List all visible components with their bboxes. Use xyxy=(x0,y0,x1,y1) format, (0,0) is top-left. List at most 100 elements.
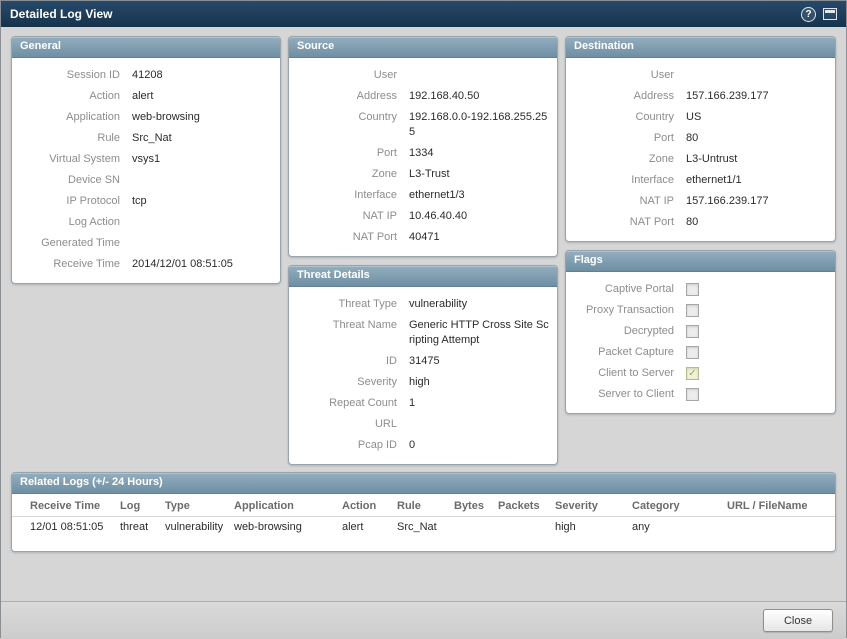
popout-window-icon[interactable] xyxy=(823,8,837,20)
field-row: NAT Port 80 xyxy=(574,212,827,233)
field-label: User xyxy=(574,68,686,83)
flag-row: Client to Server ✓ xyxy=(574,363,827,384)
field-value: 192.168.0.0-192.168.255.255 xyxy=(409,110,549,140)
field-row: ID 31475 xyxy=(297,351,549,372)
destination-panel: Destination User Address 157.166.239.177… xyxy=(565,36,836,242)
field-value: vulnerability xyxy=(409,297,549,312)
related-log-row[interactable]: 12/01 08:51:05 threat vulnerability web-… xyxy=(12,517,835,537)
column-right: Destination User Address 157.166.239.177… xyxy=(565,36,836,414)
field-value: 80 xyxy=(686,131,827,146)
panel-columns: General Session ID 41208 Action alert Ap… xyxy=(11,36,836,465)
cell-category: any xyxy=(624,517,719,537)
destination-panel-header: Destination xyxy=(566,37,835,58)
column-header-action: Action xyxy=(334,496,389,516)
detailed-log-view-dialog: Detailed Log View ? General Session ID 4… xyxy=(0,0,847,638)
general-fields: Session ID 41208 Action alert Applicatio… xyxy=(12,58,280,283)
threat-details-panel-header: Threat Details xyxy=(289,266,557,287)
field-row: Country 192.168.0.0-192.168.255.255 xyxy=(297,107,549,143)
flag-row: Proxy Transaction ✓ xyxy=(574,300,827,321)
flag-checkbox[interactable]: ✓ xyxy=(686,367,699,380)
flag-label: Decrypted xyxy=(574,324,686,339)
field-label: Zone xyxy=(574,152,686,167)
cell-type: vulnerability xyxy=(157,517,226,537)
field-value: ethernet1/3 xyxy=(409,188,549,203)
field-row: Application web-browsing xyxy=(20,107,272,128)
field-value: 41208 xyxy=(132,68,272,83)
field-label: Pcap ID xyxy=(297,438,409,453)
threat-details-fields: Threat Type vulnerability Threat Name Ge… xyxy=(289,287,557,464)
help-icon[interactable]: ? xyxy=(801,7,816,22)
field-label: Country xyxy=(574,110,686,125)
field-value: 2014/12/01 08:51:05 xyxy=(132,257,272,272)
titlebar: Detailed Log View ? xyxy=(1,1,846,27)
field-label: URL xyxy=(297,417,409,432)
cell-bytes xyxy=(446,523,490,531)
general-panel: General Session ID 41208 Action alert Ap… xyxy=(11,36,281,284)
field-label: Receive Time xyxy=(20,257,132,272)
field-value: Src_Nat xyxy=(132,131,272,146)
field-value: 1 xyxy=(409,396,549,411)
flag-label: Captive Portal xyxy=(574,282,686,297)
field-label: ID xyxy=(297,354,409,369)
field-label: NAT Port xyxy=(574,215,686,230)
column-header-receive-time: Receive Time xyxy=(12,496,112,516)
field-label: Action xyxy=(20,89,132,104)
column-left: General Session ID 41208 Action alert Ap… xyxy=(11,36,281,284)
column-middle: Source User Address 192.168.40.50 Countr… xyxy=(288,36,558,465)
field-row: User xyxy=(574,65,827,86)
column-header-severity: Severity xyxy=(547,496,624,516)
field-value: 157.166.239.177 xyxy=(686,194,827,209)
flag-row: Decrypted ✓ xyxy=(574,321,827,342)
field-value: 192.168.40.50 xyxy=(409,89,549,104)
cell-packets xyxy=(490,523,547,531)
flag-checkbox[interactable]: ✓ xyxy=(686,388,699,401)
field-row: Interface ethernet1/3 xyxy=(297,185,549,206)
field-label: Zone xyxy=(297,167,409,182)
field-row: Zone L3-Untrust xyxy=(574,149,827,170)
field-row: Port 1334 xyxy=(297,143,549,164)
field-row: NAT Port 40471 xyxy=(297,227,549,248)
source-panel: Source User Address 192.168.40.50 Countr… xyxy=(288,36,558,257)
cell-application: web-browsing xyxy=(226,517,334,537)
flag-row: Packet Capture ✓ xyxy=(574,342,827,363)
field-value: 157.166.239.177 xyxy=(686,89,827,104)
cell-url-filename xyxy=(719,523,835,531)
field-row: Address 192.168.40.50 xyxy=(297,86,549,107)
flag-checkbox[interactable]: ✓ xyxy=(686,283,699,296)
close-button[interactable]: Close xyxy=(763,609,833,632)
related-logs-header-row: Receive Time Log Type Application Action… xyxy=(12,496,835,517)
column-header-bytes: Bytes xyxy=(446,496,490,516)
field-value: tcp xyxy=(132,194,272,209)
field-label: Device SN xyxy=(20,173,132,188)
field-row: Virtual System vsys1 xyxy=(20,149,272,170)
flag-checkbox[interactable]: ✓ xyxy=(686,346,699,359)
field-value: high xyxy=(409,375,549,390)
field-row: Address 157.166.239.177 xyxy=(574,86,827,107)
threat-details-panel: Threat Details Threat Type vulnerability… xyxy=(288,265,558,465)
flag-checkbox[interactable]: ✓ xyxy=(686,325,699,338)
field-row: Rule Src_Nat xyxy=(20,128,272,149)
destination-fields: User Address 157.166.239.177 Country US … xyxy=(566,58,835,241)
field-row: NAT IP 10.46.40.40 xyxy=(297,206,549,227)
related-logs-table: Receive Time Log Type Application Action… xyxy=(12,494,835,551)
field-row: Receive Time 2014/12/01 08:51:05 xyxy=(20,254,272,275)
field-label: IP Protocol xyxy=(20,194,132,209)
flag-checkbox[interactable]: ✓ xyxy=(686,304,699,317)
field-value: web-browsing xyxy=(132,110,272,125)
field-label: NAT IP xyxy=(297,209,409,224)
flag-row: Server to Client ✓ xyxy=(574,384,827,405)
field-row: Threat Type vulnerability xyxy=(297,294,549,315)
field-label: Session ID xyxy=(20,68,132,83)
titlebar-icons: ? xyxy=(801,7,837,22)
source-panel-header: Source xyxy=(289,37,557,58)
flag-label: Packet Capture xyxy=(574,345,686,360)
field-label: Port xyxy=(297,146,409,161)
flags-panel-header: Flags xyxy=(566,251,835,272)
field-row: Zone L3-Trust xyxy=(297,164,549,185)
field-label: Generated Time xyxy=(20,236,132,251)
field-value: 1334 xyxy=(409,146,549,161)
flag-label: Server to Client xyxy=(574,387,686,402)
field-value: Generic HTTP Cross Site Scripting Attemp… xyxy=(409,318,549,348)
field-value: vsys1 xyxy=(132,152,272,167)
field-label: Address xyxy=(297,89,409,104)
